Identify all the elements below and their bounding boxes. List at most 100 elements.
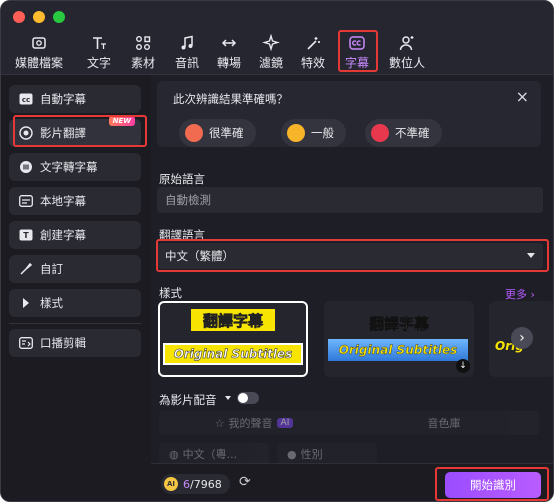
- dubbing-toggle[interactable]: [237, 392, 259, 404]
- music-note-icon: [181, 35, 193, 50]
- sidebar-item-label: 創建字幕: [40, 228, 86, 242]
- tool-transition-label: 轉場: [216, 56, 241, 70]
- style-card-2-bottom: Original Subtitles: [328, 339, 468, 361]
- download-icon[interactable]: ↓: [456, 359, 470, 373]
- close-icon[interactable]: ×: [516, 87, 529, 106]
- dubbing-tabs: ☆ 我的聲音 AI 音色庫: [159, 411, 539, 435]
- globe-icon: ◍: [169, 447, 179, 461]
- dub-gender-value: 性別: [300, 448, 323, 461]
- speech-edit-icon: [19, 336, 33, 350]
- tool-audio-label: 音訊: [174, 56, 199, 70]
- tool-text-label: 文字: [86, 56, 111, 70]
- source-language-select[interactable]: 自動檢測: [157, 187, 543, 213]
- svg-text:cc: cc: [22, 96, 30, 104]
- feedback-question: 此次辨識結果準確嗎？: [173, 92, 288, 106]
- highlight-video-translate: [13, 115, 147, 147]
- sidebar-item-label: 自動字幕: [40, 92, 86, 106]
- refresh-icon[interactable]: ⟳: [239, 474, 251, 490]
- tool-text[interactable]: 文字: [79, 33, 119, 75]
- tab-voice-library[interactable]: 音色庫: [349, 411, 539, 435]
- sidebar-item-text-to-caption[interactable]: 文字轉字幕: [9, 153, 141, 181]
- tool-audio[interactable]: 音訊: [167, 33, 207, 75]
- minimize-window-button[interactable]: [33, 11, 45, 23]
- credits-used: 6: [183, 477, 190, 491]
- sidebar-item-custom[interactable]: 自訂: [9, 255, 141, 283]
- more-styles-link[interactable]: 更多 ›: [505, 286, 535, 302]
- source-language-value: 自動檢測: [165, 193, 211, 207]
- sidebar: cc 自動字幕 影片翻譯 NEW 文字轉字幕 本地字幕 T 創建字幕 自訂 樣式: [1, 75, 151, 501]
- sidebar-item-label: 本地字幕: [40, 194, 86, 208]
- text-icon: [93, 37, 106, 49]
- tool-digital-human[interactable]: 數位人: [385, 33, 429, 75]
- sparkle-icon: [262, 34, 280, 52]
- create-subtitle-icon: T: [19, 228, 33, 242]
- ai-badge: AI: [276, 418, 294, 428]
- dub-gender-select[interactable]: ● 性別: [277, 443, 377, 465]
- tool-digital-human-label: 數位人: [388, 56, 425, 70]
- feedback-accurate-button[interactable]: 很準確: [179, 119, 256, 147]
- feedback-inaccurate-button[interactable]: 不準確: [365, 119, 442, 147]
- app-window: 媒體檔案 文字 素材 音訊 轉場 濾鏡 特效 字幕 數位人 cc 自動字幕 影片…: [0, 0, 554, 502]
- sidebar-item-label: 文字轉字幕: [40, 160, 98, 174]
- style-card-2[interactable]: 翻譯字幕 Original Subtitles ↓: [324, 301, 474, 377]
- elements-icon: [136, 36, 151, 50]
- dubbing-label: 為影片配音: [159, 393, 217, 407]
- transition-arrows-icon: [221, 39, 237, 47]
- main-toolbar: 媒體檔案 文字 素材 音訊 轉場 濾鏡 特效 字幕 數位人: [1, 33, 553, 75]
- sidebar-item-styles[interactable]: 樣式: [9, 289, 141, 317]
- title-bar: [1, 1, 553, 33]
- triangle-right-icon: [19, 296, 33, 310]
- sidebar-item-create-subtitles[interactable]: T 創建字幕: [9, 221, 141, 249]
- style-card-2-top: 翻譯字幕: [368, 315, 430, 334]
- happy-face-icon: [185, 124, 203, 142]
- tool-effects-label: 特效: [300, 56, 325, 70]
- highlight-target-language: [156, 239, 549, 272]
- dub-language-value: 中文（粵...: [182, 448, 238, 461]
- sidebar-divider: [9, 323, 141, 324]
- brush-icon: [19, 262, 33, 276]
- close-window-button[interactable]: [13, 11, 25, 23]
- sidebar-item-auto-captions[interactable]: cc 自動字幕: [9, 85, 141, 113]
- more-styles-label: 更多: [505, 288, 527, 301]
- feedback-card: 此次辨識結果準確嗎？ × 很準確 一般 不準確: [157, 81, 541, 147]
- sidebar-item-speech-edit[interactable]: 口播剪輯: [9, 329, 141, 357]
- tool-transition[interactable]: 轉場: [209, 33, 249, 75]
- feedback-average-label: 一般: [311, 126, 334, 140]
- tool-elements[interactable]: 素材: [123, 33, 163, 75]
- tool-filter-label: 濾鏡: [258, 56, 283, 70]
- tool-media[interactable]: 媒體檔案: [7, 33, 71, 75]
- style-card-1-bottom: Original Subtitles: [163, 343, 303, 365]
- tab-my-voice-label: 我的聲音: [228, 417, 273, 430]
- highlight-start-button: [435, 467, 549, 501]
- mic-icon: ●: [287, 447, 297, 461]
- neutral-face-icon: [287, 124, 305, 142]
- caret-down-icon[interactable]: [225, 396, 231, 400]
- style-card-1[interactable]: 翻譯字幕 Original Subtitles: [158, 301, 308, 377]
- feedback-inaccurate-label: 不準確: [395, 126, 430, 140]
- cloud-folder-icon: [32, 37, 46, 49]
- dub-language-select[interactable]: ◍ 中文（粵...: [159, 443, 269, 465]
- tool-effects[interactable]: 特效: [293, 33, 333, 75]
- tab-my-voice[interactable]: ☆ 我的聲音 AI: [159, 411, 349, 435]
- tool-filter[interactable]: 濾鏡: [251, 33, 291, 75]
- bottom-bar: AI 6 /7968 ⟳ 開始識別: [151, 463, 553, 501]
- sad-face-icon: [371, 124, 389, 142]
- ai-credit-icon: AI: [164, 477, 178, 491]
- chevron-right-icon[interactable]: ›: [511, 327, 533, 349]
- source-language-label: 原始語言: [159, 172, 205, 186]
- sidebar-item-local-subtitles[interactable]: 本地字幕: [9, 187, 141, 215]
- svg-text:T: T: [23, 231, 29, 240]
- maximize-window-button[interactable]: [53, 11, 65, 23]
- sidebar-item-label: 自訂: [40, 262, 63, 276]
- local-subtitle-icon: [19, 194, 33, 208]
- highlight-captions-tool: [338, 30, 378, 72]
- sidebar-item-label: 口播剪輯: [40, 336, 86, 350]
- tool-elements-label: 素材: [130, 56, 155, 70]
- tool-media-label: 媒體檔案: [14, 56, 63, 70]
- credits-total: /7968: [190, 477, 222, 491]
- feedback-accurate-label: 很準確: [209, 126, 244, 140]
- feedback-average-button[interactable]: 一般: [281, 119, 346, 147]
- credits-counter: AI 6 /7968: [161, 474, 230, 494]
- digital-human-icon: [399, 36, 414, 51]
- star-icon: ☆: [214, 416, 225, 430]
